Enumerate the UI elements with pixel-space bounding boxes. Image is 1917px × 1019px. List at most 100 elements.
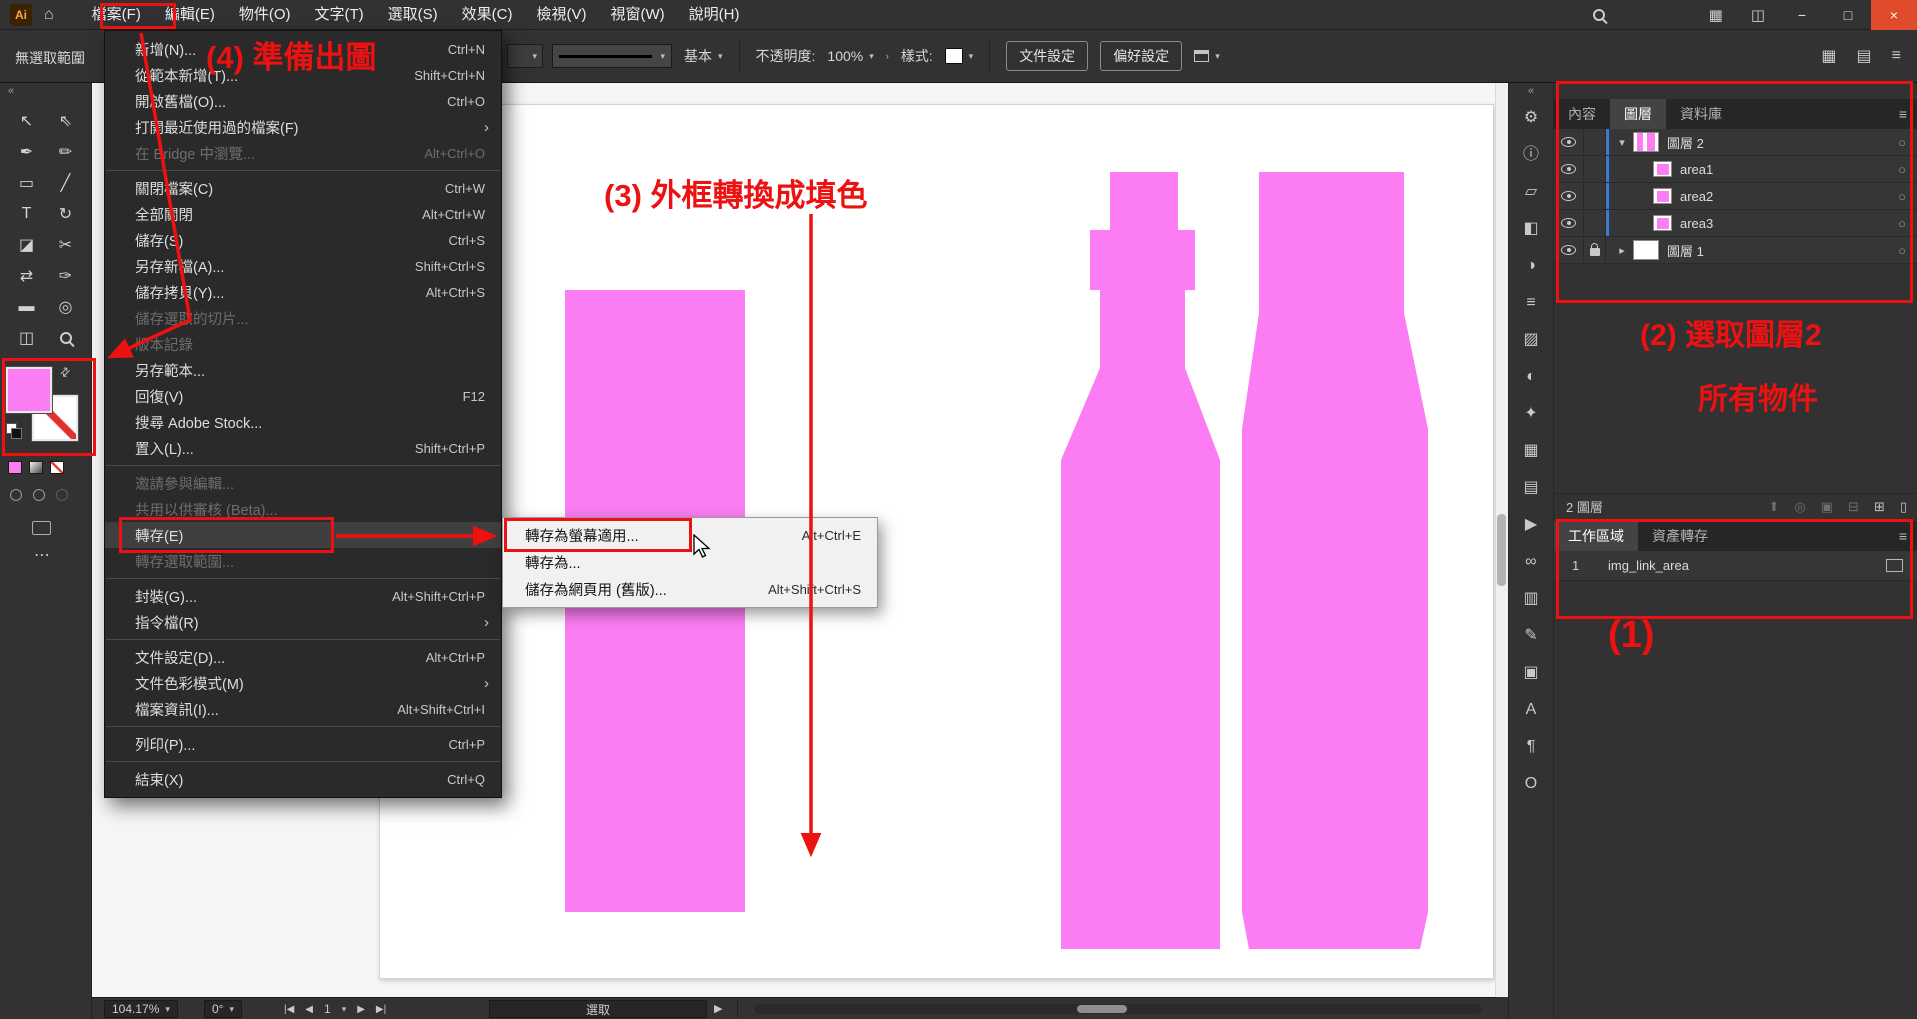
file-menu-item-27[interactable]: 文件設定(D)...Alt+Ctrl+P [105,644,501,670]
tab-libraries[interactable]: 資料庫 [1666,99,1736,129]
eyedropper-tool[interactable]: ✑ [49,262,83,290]
pen-tool[interactable]: ✒ [10,138,44,166]
draw-inside-button[interactable] [56,489,68,501]
visibility-eye-icon[interactable] [1561,191,1576,201]
horizontal-scrollbar-thumb[interactable] [1077,1005,1127,1013]
close-button[interactable]: × [1871,0,1917,30]
scissors-tool[interactable]: ✂ [49,231,83,259]
lock-icon[interactable] [1590,248,1600,256]
artboard-icon[interactable] [1886,559,1903,572]
file-menu-item-16[interactable]: 搜尋 Adobe Stock... [105,409,501,435]
transparency-icon[interactable]: ▨ [1523,331,1538,348]
brushes-icon[interactable]: ✎ [1524,627,1537,644]
file-menu-item-15[interactable]: 回復(V)F12 [105,383,501,409]
file-menu-item-17[interactable]: 置入(L)...Shift+Ctrl+P [105,435,501,461]
none-mode-button[interactable] [50,461,64,474]
export-submenu-item-3[interactable]: 儲存為網頁用 (舊版)...Alt+Shift+Ctrl+S [503,576,877,603]
file-menu-item-11[interactable]: 儲存拷貝(Y)...Alt+Ctrl+S [105,279,501,305]
control-bar-menu-icon[interactable]: ≡ [1892,47,1901,65]
fill-color-swatch[interactable] [6,367,52,413]
bottle-shape-large[interactable] [1242,172,1428,949]
collect-for-export-icon[interactable]: ⬆ [1768,499,1779,515]
gradient-tool[interactable]: ▬ [10,293,44,321]
screen-mode-button[interactable] [32,521,51,535]
file-menu-item-24[interactable]: 封裝(G)...Alt+Shift+Ctrl+P [105,583,501,609]
draw-normal-button[interactable] [10,489,22,501]
artboards-panel-menu-icon[interactable]: ≡ [1899,521,1907,551]
file-menu-item-33[interactable]: 結束(X)Ctrl+Q [105,766,501,792]
edit-toolbar-icon[interactable]: ⋯ [34,545,50,565]
transform-icon[interactable]: ▱ [1525,183,1537,200]
chevron-right-icon[interactable]: › [886,51,889,61]
expand-chevron-icon[interactable]: ▸ [1613,244,1631,257]
new-layer-icon[interactable]: ⊞ [1874,499,1885,515]
previous-artboard-icon[interactable]: ◀ [305,1004,313,1015]
file-menu-item-3[interactable]: 開啟舊檔(O)...Ctrl+O [105,88,501,114]
curvature-tool[interactable]: ✏ [49,138,83,166]
expand-panels-icon[interactable]: « [1509,85,1553,97]
tab-properties[interactable]: 內容 [1554,99,1610,129]
file-menu-item-29[interactable]: 檔案資訊(I)...Alt+Shift+Ctrl+I [105,696,501,722]
collapse-toolbar-icon[interactable]: « [8,85,14,97]
tab-asset-export[interactable]: 資產轉存 [1638,521,1722,551]
menubar-item-6[interactable]: 效果(C) [450,0,525,30]
layer-thumbnail[interactable] [1653,215,1672,231]
target-circle-icon[interactable]: ○ [1887,216,1917,231]
restore-button[interactable]: □ [1825,0,1871,30]
gradient-mode-button[interactable] [29,461,43,474]
target-circle-icon[interactable]: ○ [1887,162,1917,177]
gradient-icon[interactable]: ◑ [1526,257,1536,274]
menubar-item-1[interactable]: 檔案(F) [80,0,153,30]
file-menu-item-1[interactable]: 新增(N)...Ctrl+N [105,36,501,62]
align-options-dropdown[interactable]: ▾ [1194,50,1220,62]
current-artboard-number[interactable]: 1 [324,1002,331,1016]
vertical-scrollbar-thumb[interactable] [1497,514,1506,586]
menubar-item-2[interactable]: 編輯(E) [153,0,227,30]
rotate-tool[interactable]: ↻ [49,200,83,228]
layer-thumbnail[interactable] [1633,240,1659,260]
artboard-row[interactable]: 1 img_link_area [1554,551,1917,581]
layers-panel-menu-icon[interactable]: ≡ [1899,99,1907,129]
menubar-item-8[interactable]: 視窗(W) [598,0,676,30]
layer-row-5[interactable]: ▸圖層 1○ [1554,237,1917,264]
workspace-switcher-icon[interactable]: ◫ [1751,6,1765,24]
character-icon[interactable]: A [1526,701,1537,718]
layer-row-4[interactable]: area3○ [1554,210,1917,237]
menubar-item-7[interactable]: 檢視(V) [524,0,598,30]
next-artboard-icon[interactable]: ▶ [357,1004,365,1015]
file-menu-item-28[interactable]: 文件色彩模式(M)› [105,670,501,696]
menubar-item-5[interactable]: 選取(S) [376,0,450,30]
tab-layers[interactable]: 圖層 [1610,99,1666,129]
links-icon[interactable]: ∞ [1525,553,1536,570]
target-circle-icon[interactable]: ○ [1887,243,1917,258]
layer-row-1[interactable]: ▾圖層 2○ [1554,129,1917,156]
export-submenu-item-2[interactable]: 轉存為... [503,549,877,576]
info-icon[interactable]: ⓘ [1523,146,1539,163]
menubar-item-3[interactable]: 物件(O) [227,0,303,30]
arrange-documents-icon[interactable]: ▦ [1709,6,1723,24]
type-tool[interactable]: T [10,200,44,228]
file-menu-item-9[interactable]: 儲存(S)Ctrl+S [105,227,501,253]
properties-icon[interactable]: ⚙ [1524,109,1538,126]
visibility-eye-icon[interactable] [1561,245,1576,255]
zoom-dropdown[interactable]: 104.17% ▾ [104,1000,178,1018]
make-clip-mask-icon[interactable]: ▣ [1821,499,1833,515]
color-mode-button[interactable] [8,461,22,474]
app-logo-icon[interactable]: Ai [10,4,32,26]
expand-chevron-icon[interactable]: ▾ [1613,136,1631,149]
visibility-eye-icon[interactable] [1561,137,1576,147]
file-menu-item-8[interactable]: 全部關閉Alt+Ctrl+W [105,201,501,227]
layer-row-3[interactable]: area2○ [1554,183,1917,210]
document-setup-button[interactable]: 文件設定 [1006,41,1088,71]
scale-tool[interactable]: ⇄ [10,262,44,290]
graphic-styles-icon[interactable]: ▣ [1523,664,1538,681]
navigator-icon[interactable]: ▦ [1523,442,1538,459]
bottle-shape-small[interactable] [1061,172,1220,949]
visibility-eye-icon[interactable] [1561,218,1576,228]
export-submenu-item-1[interactable]: 轉存為螢幕適用...Alt+Ctrl+E [503,522,877,549]
file-menu-item-31[interactable]: 列印(P)...Ctrl+P [105,731,501,757]
symbols-icon[interactable]: ✦ [1524,405,1537,422]
brush-definition-dropdown[interactable]: 基本 ▾ [684,46,723,66]
search-icon[interactable] [1593,9,1605,21]
last-artboard-icon[interactable]: ▶| [376,1004,386,1015]
